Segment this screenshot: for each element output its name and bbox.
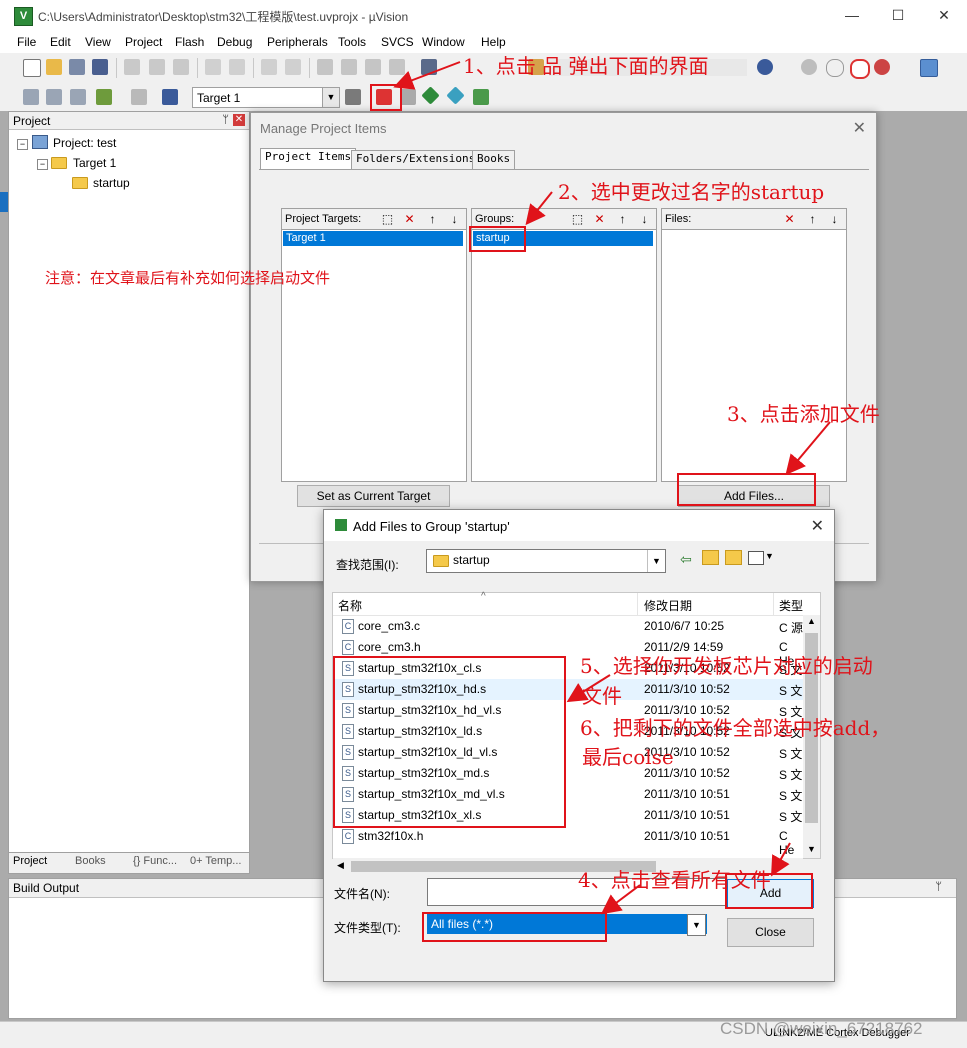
annotation-step5-line1: 5、选择你开发板芯片对应的启动 bbox=[580, 654, 873, 678]
annotation-step6-line1: 6、把剩下的文件全部选中按add， bbox=[580, 716, 891, 740]
arrow-step6 bbox=[771, 842, 791, 877]
annotation-step2: 2、选中更改过名字的startup bbox=[558, 180, 825, 204]
annotation-arrows bbox=[393, 61, 831, 915]
annotation-step6-line2: 最后colse bbox=[582, 745, 674, 769]
annotation-step5-line2: 文件 bbox=[582, 684, 622, 708]
annotation-step3: 3、点击添加文件 bbox=[727, 402, 880, 426]
annotation-step4: 4、点击查看所有文件 bbox=[578, 868, 771, 892]
arrow-step2 bbox=[525, 191, 553, 226]
arrow-step3 bbox=[785, 421, 831, 476]
annotation-step1: 1、点击 品 弹出下面的界面 bbox=[463, 54, 709, 78]
arrow-step1 bbox=[393, 61, 461, 90]
watermark: CSDN @weixin_67218762 bbox=[720, 1019, 923, 1038]
annotation-note: 注意：在文章最后有补充如何选择启动文件 bbox=[45, 269, 331, 287]
